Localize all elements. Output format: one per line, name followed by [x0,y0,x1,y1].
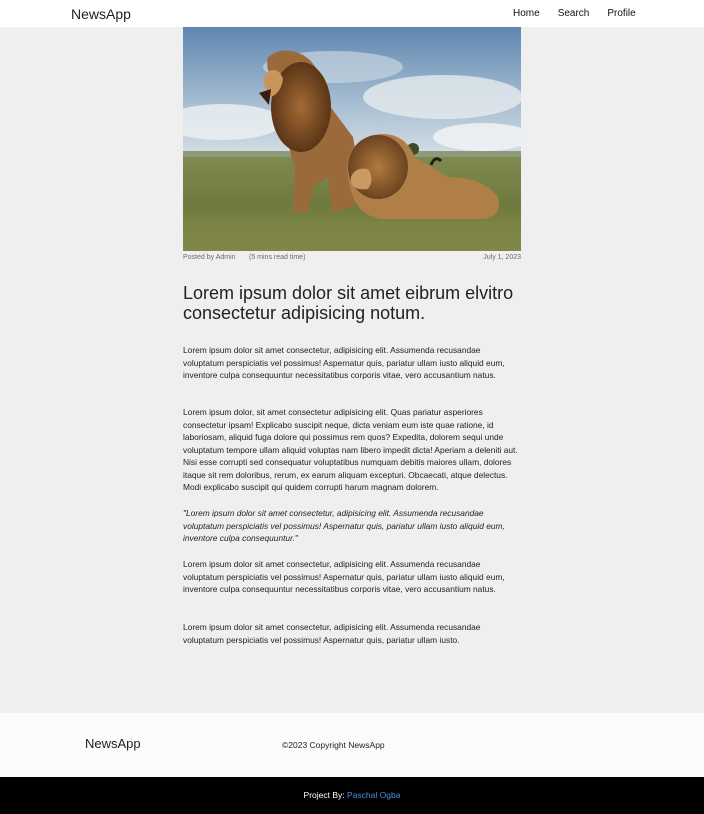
project-credit: Project By: Paschal Ogba [0,790,704,800]
site-footer: NewsApp ©2023 Copyright NewsApp [0,713,704,777]
top-navbar: NewsApp Home Search Profile [0,0,704,27]
article-title: Lorem ipsum dolor sit amet eibrum elvitr… [183,283,514,323]
article-hero-image [183,27,521,251]
credit-prefix: Project By: [303,790,345,800]
nav-home-link[interactable]: Home [513,8,540,19]
footer-brand: NewsApp [85,736,141,751]
nav-search-link[interactable]: Search [558,8,590,19]
nav-links: Home Search Profile [513,8,654,19]
article-paragraph-4: Lorem ipsum dolor sit amet consectetur, … [183,622,481,645]
copyright-text: ©2023 Copyright NewsApp [282,740,385,750]
read-time: (5 mins read time) [249,254,306,261]
article-paragraph-2: Lorem ipsum dolor, sit amet consectetur … [183,407,518,492]
post-date: July 1, 2023 [483,254,521,261]
brand-logo-link[interactable]: NewsApp [71,6,131,22]
credit-bar: Project By: Paschal Ogba [0,777,704,814]
article-quote: "Lorem ipsum dolor sit amet consectetur,… [183,508,505,543]
nav-profile-link[interactable]: Profile [607,8,635,19]
article-paragraph-1: Lorem ipsum dolor sit amet consectetur, … [183,345,505,380]
author-link[interactable]: Paschal Ogba [347,790,400,800]
lions-photo [183,27,521,251]
article-paragraph-3: Lorem ipsum dolor sit amet consectetur, … [183,559,505,594]
posted-by: Posted by Admin [183,254,236,261]
